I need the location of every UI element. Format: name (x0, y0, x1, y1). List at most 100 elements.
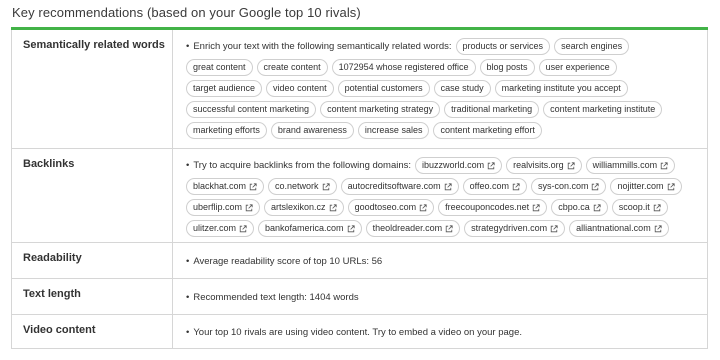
backlink-domain-chip[interactable]: strategydriven.com (464, 220, 566, 237)
semantic-word-chip: 1072954 whose registered office (331, 59, 476, 76)
row-content-backlinks: • Try to acquire backlinks from the foll… (173, 149, 707, 242)
backlink-domain-chip[interactable]: cbpo.ca (551, 199, 608, 216)
semantic-word-chip: potential customers (337, 80, 430, 97)
external-link-icon (667, 182, 675, 190)
bullet: • (186, 326, 190, 338)
semantic-word-chip: marketing institute you accept (494, 80, 628, 97)
semantic-word-chip: increase sales (357, 122, 430, 139)
backlink-domain-label: realvisits.org (513, 160, 564, 170)
backlinks-intro: Try to acquire backlinks from the follow… (193, 159, 412, 171)
backlink-domain-chip[interactable]: sys-con.com (530, 178, 607, 195)
backlink-domain-chip[interactable]: theoldreader.com (365, 220, 461, 237)
backlink-domain-label: uberflip.com (193, 202, 243, 212)
backlink-domain-label: ibuzzworld.com (422, 160, 485, 170)
semantic-words-list: • Enrich your text with the following se… (186, 36, 699, 141)
section-title: Key recommendations (based on your Googl… (12, 5, 361, 20)
backlink-domain-label: scoop.it (618, 202, 650, 212)
row-text-length: Text length • Recommended text length: 1… (12, 278, 707, 314)
row-content-readability: • Average readability score of top 10 UR… (173, 243, 707, 278)
external-link-icon (654, 224, 662, 232)
backlink-domain-chip[interactable]: nojitter.com (610, 178, 682, 195)
backlink-domain-chip[interactable]: ulitzer.com (186, 220, 255, 237)
backlink-domains-list: • Try to acquire backlinks from the foll… (186, 155, 699, 239)
external-link-icon (329, 203, 337, 211)
backlink-domain-chip[interactable]: alliantnational.com (569, 220, 669, 237)
backlink-domain-label: offeo.com (469, 181, 509, 191)
row-video: Video content • Your top 10 rivals are u… (12, 314, 707, 348)
row-label-backlinks: Backlinks (12, 149, 173, 242)
external-link-icon (419, 203, 427, 211)
external-link-icon (593, 203, 601, 211)
external-link-icon (592, 182, 600, 190)
backlink-domain-chip[interactable]: williammills.com (585, 157, 676, 174)
semantic-word-chip: content marketing strategy (320, 101, 441, 118)
backlink-domain-label: co.network (275, 181, 319, 191)
bullet: • (186, 291, 190, 303)
backlink-domain-chip[interactable]: autocreditsoftware.com (340, 178, 459, 195)
backlink-domain-label: williammills.com (592, 160, 658, 170)
backlink-domain-chip[interactable]: bankofamerica.com (258, 220, 362, 237)
backlink-domain-label: goodtoseo.com (354, 202, 417, 212)
backlink-domain-label: blackhat.com (193, 181, 247, 191)
backlink-domain-label: artslexikon.cz (271, 202, 326, 212)
text-length-text: Recommended text length: 1404 words (193, 291, 359, 303)
external-link-icon (512, 182, 520, 190)
row-content-semantic: • Enrich your text with the following se… (173, 30, 707, 148)
backlink-domain-chip[interactable]: freecouponcodes.net (438, 199, 548, 216)
backlink-domain-chip[interactable]: ibuzzworld.com (415, 157, 503, 174)
semantic-word-chip: user experience (538, 59, 617, 76)
external-link-icon (567, 161, 575, 169)
backlink-domain-label: bankofamerica.com (265, 223, 344, 233)
semantic-word-chip: blog posts (479, 59, 535, 76)
backlink-domain-label: alliantnational.com (576, 223, 651, 233)
recommendations-table: Semantically related words • Enrich your… (11, 30, 708, 349)
backlink-domain-chip[interactable]: co.network (268, 178, 337, 195)
external-link-icon (653, 203, 661, 211)
row-backlinks: Backlinks • Try to acquire backlinks fro… (12, 148, 707, 242)
external-link-icon (550, 224, 558, 232)
semantic-word-chip: search engines (554, 38, 630, 55)
bullet: • (186, 255, 190, 267)
backlink-domain-label: autocreditsoftware.com (347, 181, 441, 191)
row-label-readability: Readability (12, 243, 173, 278)
semantic-word-chip: case study (433, 80, 491, 97)
bullet: • (186, 159, 190, 171)
semantic-word-chip: content marketing institute (543, 101, 663, 118)
external-link-icon (347, 224, 355, 232)
backlink-domain-chip[interactable]: scoop.it (611, 199, 668, 216)
semantic-word-chip: products or services (455, 38, 551, 55)
external-link-icon (444, 182, 452, 190)
backlink-domain-chip[interactable]: uberflip.com (186, 199, 261, 216)
backlink-domain-chip[interactable]: goodtoseo.com (347, 199, 435, 216)
row-content-text-length: • Recommended text length: 1404 words (173, 279, 707, 314)
backlink-domain-chip[interactable]: offeo.com (462, 178, 527, 195)
external-link-icon (660, 161, 668, 169)
semantic-word-chip: target audience (186, 80, 263, 97)
row-label-video: Video content (12, 315, 173, 348)
external-link-icon (239, 224, 247, 232)
backlink-domain-label: sys-con.com (537, 181, 589, 191)
external-link-icon (445, 224, 453, 232)
semantic-word-chip: traditional marketing (444, 101, 540, 118)
video-text: Your top 10 rivals are using video conte… (193, 326, 522, 338)
external-link-icon (532, 203, 540, 211)
external-link-icon (245, 203, 253, 211)
semantic-word-chip: great content (186, 59, 253, 76)
bullet: • (186, 40, 190, 52)
backlink-domain-label: freecouponcodes.net (445, 202, 530, 212)
row-label-text-length: Text length (12, 279, 173, 314)
external-link-icon (487, 161, 495, 169)
external-link-icon (322, 182, 330, 190)
backlink-domain-chip[interactable]: artslexikon.cz (264, 199, 344, 216)
backlink-domain-label: strategydriven.com (471, 223, 548, 233)
semantic-word-chip: marketing efforts (186, 122, 267, 139)
backlink-domain-label: nojitter.com (617, 181, 664, 191)
backlink-domain-label: cbpo.ca (558, 202, 590, 212)
row-content-video: • Your top 10 rivals are using video con… (173, 315, 707, 348)
backlink-domain-chip[interactable]: realvisits.org (506, 157, 582, 174)
semantic-word-chip: create content (256, 59, 328, 76)
backlink-domain-label: ulitzer.com (193, 223, 237, 233)
readability-text: Average readability score of top 10 URLs… (193, 255, 383, 267)
semantic-word-chip: video content (266, 80, 334, 97)
backlink-domain-chip[interactable]: blackhat.com (186, 178, 265, 195)
